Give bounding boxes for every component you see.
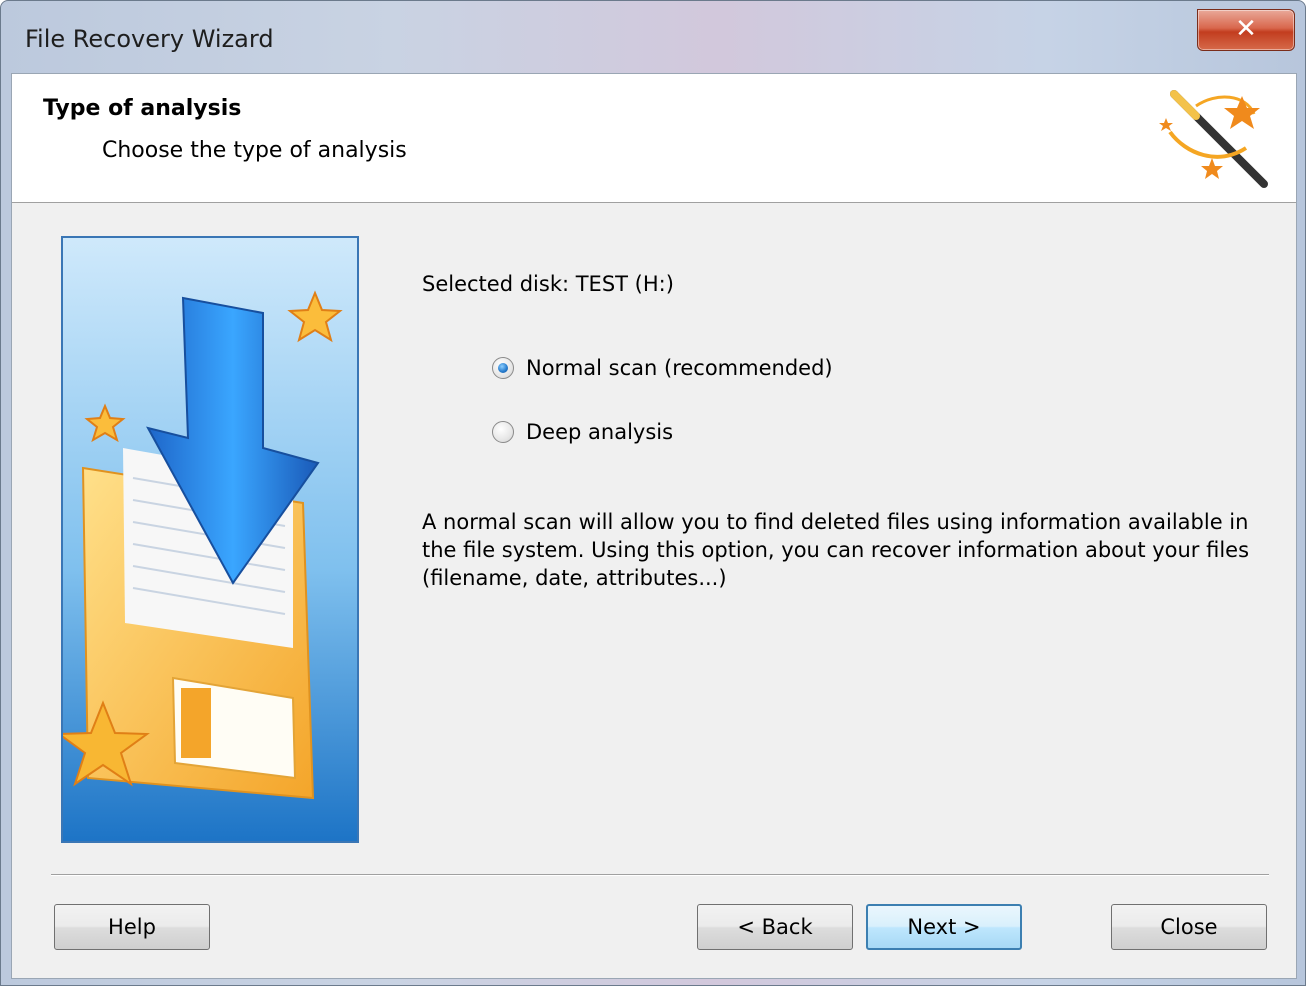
window-close-button[interactable]: ✕: [1197, 9, 1295, 51]
radio-button-unchecked[interactable]: [492, 421, 514, 443]
wizard-client-area: Type of analysis Choose the type of anal…: [11, 73, 1297, 979]
title-bar[interactable]: File Recovery Wizard ✕: [1, 1, 1305, 73]
button-separator: [51, 874, 1269, 876]
wizard-window: File Recovery Wizard ✕ Type of analysis …: [0, 0, 1306, 986]
page-title: Type of analysis: [43, 96, 242, 121]
option-deep-analysis[interactable]: Deep analysis: [492, 417, 673, 447]
option-normal-scan-label[interactable]: Normal scan (recommended): [526, 356, 833, 380]
floppy-download-illustration: [61, 236, 359, 843]
back-button[interactable]: < Back: [697, 904, 853, 950]
radio-button-checked[interactable]: [492, 357, 514, 379]
wizard-header: Type of analysis Choose the type of anal…: [12, 74, 1296, 203]
option-normal-scan[interactable]: Normal scan (recommended): [492, 353, 833, 383]
window-title: File Recovery Wizard: [25, 25, 274, 53]
option-deep-analysis-label[interactable]: Deep analysis: [526, 420, 673, 444]
magic-wand-icon: [1159, 90, 1268, 188]
scan-description: A normal scan will allow you to find del…: [422, 510, 1250, 590]
close-button[interactable]: Close: [1111, 904, 1267, 950]
page-subtitle: Choose the type of analysis: [102, 138, 407, 163]
selected-disk-label: Selected disk: TEST (H:): [422, 272, 674, 296]
help-button[interactable]: Help: [54, 904, 210, 950]
next-button[interactable]: Next >: [866, 904, 1022, 950]
close-icon: ✕: [1235, 14, 1257, 44]
